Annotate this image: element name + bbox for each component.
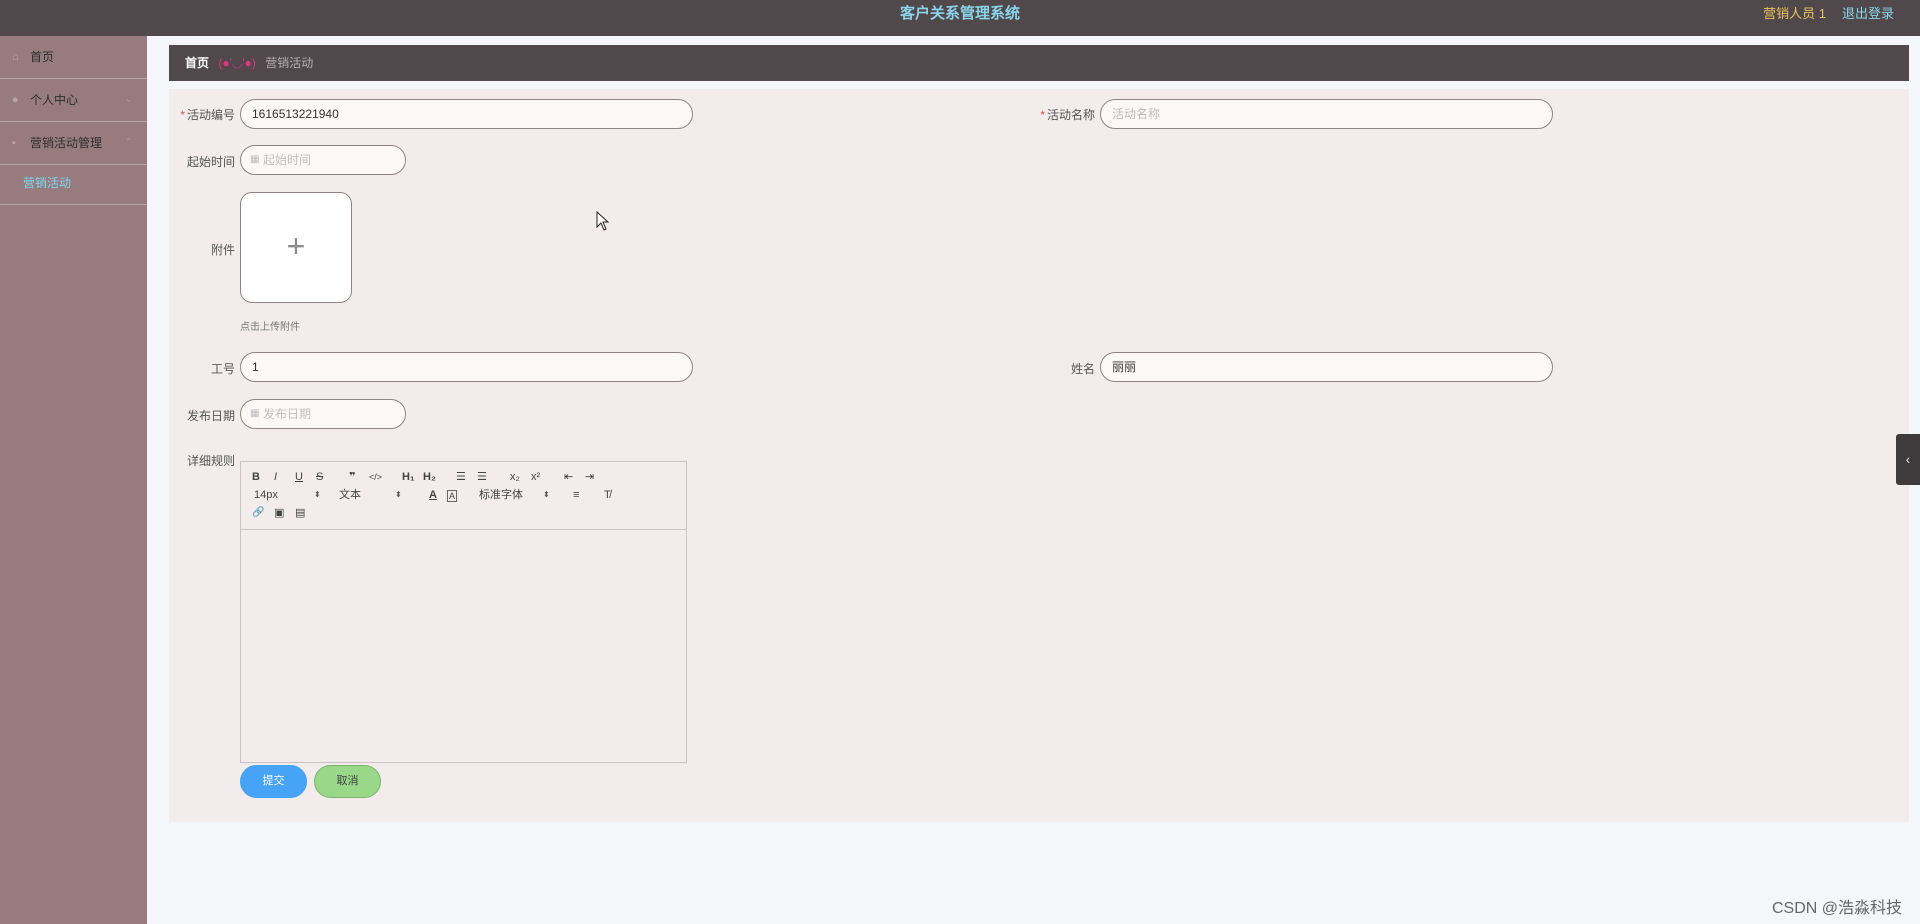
editor-content[interactable] bbox=[241, 530, 686, 762]
form-panel: * 活动编号 1616513221940 * 活动名称 活动名称 起始时间 ▦ 起始… bbox=[169, 89, 1909, 822]
publish-date-label: 发布日期 bbox=[186, 409, 235, 423]
sidebar: ⌂ 首页 ● 个人中心 ⌄ ▪ 营销活动管理 ⌃ 营销活动 bbox=[0, 36, 147, 924]
underline-button[interactable]: U bbox=[295, 468, 303, 486]
user-icon: ● bbox=[12, 94, 19, 106]
clear-format-button[interactable]: T̸ bbox=[604, 486, 611, 504]
indent-more-button[interactable]: ⇥ bbox=[585, 468, 594, 486]
name-label: 姓名 bbox=[1070, 362, 1095, 376]
name-input[interactable]: 丽丽 bbox=[1100, 352, 1553, 382]
start-time-input[interactable]: ▦ 起始时间 bbox=[240, 145, 406, 175]
menu-icon: ▪ bbox=[12, 137, 16, 149]
image-icon[interactable]: ▣ bbox=[274, 504, 284, 522]
code-button[interactable]: </> bbox=[369, 468, 382, 486]
upload-button[interactable]: + bbox=[240, 192, 352, 303]
collapse-tab-button[interactable]: ‹ bbox=[1896, 434, 1920, 485]
watermark: CSDN @浩淼科技 bbox=[1771, 900, 1902, 917]
employee-no-label: 工号 bbox=[210, 362, 235, 376]
sidebar-item-label: 营销活动管理 bbox=[30, 136, 103, 150]
breadcrumb-separator: (●'◡'●) bbox=[218, 56, 256, 70]
app-title: 客户关系管理系统 bbox=[899, 5, 1020, 22]
text-color-button[interactable]: A bbox=[429, 486, 437, 504]
indent-less-button[interactable]: ⇤ bbox=[564, 468, 573, 486]
subscript-button[interactable]: x₂ bbox=[510, 468, 520, 486]
ordered-list-button[interactable]: ☰ bbox=[456, 468, 466, 486]
sidebar-item-marketing[interactable]: ▪ 营销活动管理 ⌃ bbox=[0, 122, 147, 165]
cancel-button[interactable]: 取消 bbox=[314, 765, 381, 798]
chevron-down-icon: ⌄ bbox=[124, 94, 133, 105]
breadcrumb-home[interactable]: 首页 bbox=[185, 56, 209, 70]
select-arrow-icon: ⬍ bbox=[543, 490, 550, 499]
upload-tip: 点击上传附件 bbox=[240, 322, 300, 333]
italic-button[interactable]: I bbox=[274, 468, 277, 486]
bullet-list-button[interactable]: ☰ bbox=[477, 468, 487, 486]
calendar-icon: ▦ bbox=[250, 408, 260, 419]
details-label: 详细规则 bbox=[186, 454, 235, 468]
sidebar-item-label: 个人中心 bbox=[30, 93, 79, 107]
activity-no-input[interactable]: 1616513221940 bbox=[240, 99, 693, 129]
rich-text-editor: B I U S ❞ </> H₁ H₂ ☰ ☰ x₂ x² ⇤ ⇥ 14px ⬍ … bbox=[240, 461, 687, 763]
h2-button[interactable]: H₂ bbox=[423, 468, 436, 486]
h1-button[interactable]: H₁ bbox=[402, 468, 415, 486]
activity-no-label: * 活动编号 bbox=[180, 108, 235, 122]
sidebar-item-label: 首页 bbox=[30, 50, 55, 64]
text-type-select[interactable]: 文本 ⬍ bbox=[339, 486, 403, 504]
select-arrow-icon: ⬍ bbox=[395, 490, 402, 499]
calendar-icon: ▦ bbox=[250, 154, 260, 165]
superscript-button[interactable]: x² bbox=[531, 468, 540, 486]
mouse-cursor-icon bbox=[596, 211, 610, 231]
breadcrumb: 首页 (●'◡'●) 营销活动 bbox=[169, 45, 1909, 81]
align-button[interactable]: ≡ bbox=[573, 486, 579, 504]
start-time-label: 起始时间 bbox=[186, 155, 235, 169]
font-family-select[interactable]: 标准字体 ⬍ bbox=[479, 486, 551, 504]
publish-date-input[interactable]: ▦ 发布日期 bbox=[240, 399, 406, 429]
plus-icon: + bbox=[286, 228, 306, 264]
submit-button[interactable]: 提交 bbox=[240, 765, 307, 798]
home-icon: ⌂ bbox=[12, 51, 19, 63]
font-size-select[interactable]: 14px ⬍ bbox=[254, 486, 321, 504]
select-arrow-icon: ⬍ bbox=[314, 490, 321, 499]
background-color-button[interactable]: A bbox=[447, 490, 458, 502]
bold-button[interactable]: B bbox=[252, 468, 260, 486]
sidebar-item-home[interactable]: ⌂ 首页 bbox=[0, 36, 147, 79]
editor-toolbar: B I U S ❞ </> H₁ H₂ ☰ ☰ x₂ x² ⇤ ⇥ 14px ⬍ … bbox=[241, 462, 686, 530]
current-user: 营销人员 1 bbox=[1763, 6, 1826, 21]
breadcrumb-current: 营销活动 bbox=[265, 56, 314, 70]
link-icon[interactable]: 🔗 bbox=[252, 504, 264, 522]
strike-button[interactable]: S bbox=[316, 468, 323, 486]
blockquote-button[interactable]: ❞ bbox=[349, 468, 355, 486]
sidebar-item-profile[interactable]: ● 个人中心 ⌄ bbox=[0, 79, 147, 122]
video-icon[interactable]: ▤ bbox=[295, 504, 305, 522]
top-bar: 客户关系管理系统 营销人员 1 退出登录 bbox=[0, 0, 1920, 36]
activity-name-input[interactable]: 活动名称 bbox=[1100, 99, 1553, 129]
logout-link[interactable]: 退出登录 bbox=[1842, 0, 1894, 28]
chevron-up-icon: ⌃ bbox=[124, 137, 133, 148]
employee-no-input[interactable]: 1 bbox=[240, 352, 693, 382]
activity-name-label: * 活动名称 bbox=[1040, 108, 1095, 122]
sidebar-subitem-marketing-activity[interactable]: 营销活动 bbox=[0, 165, 147, 205]
attachment-label: 附件 bbox=[210, 243, 235, 257]
